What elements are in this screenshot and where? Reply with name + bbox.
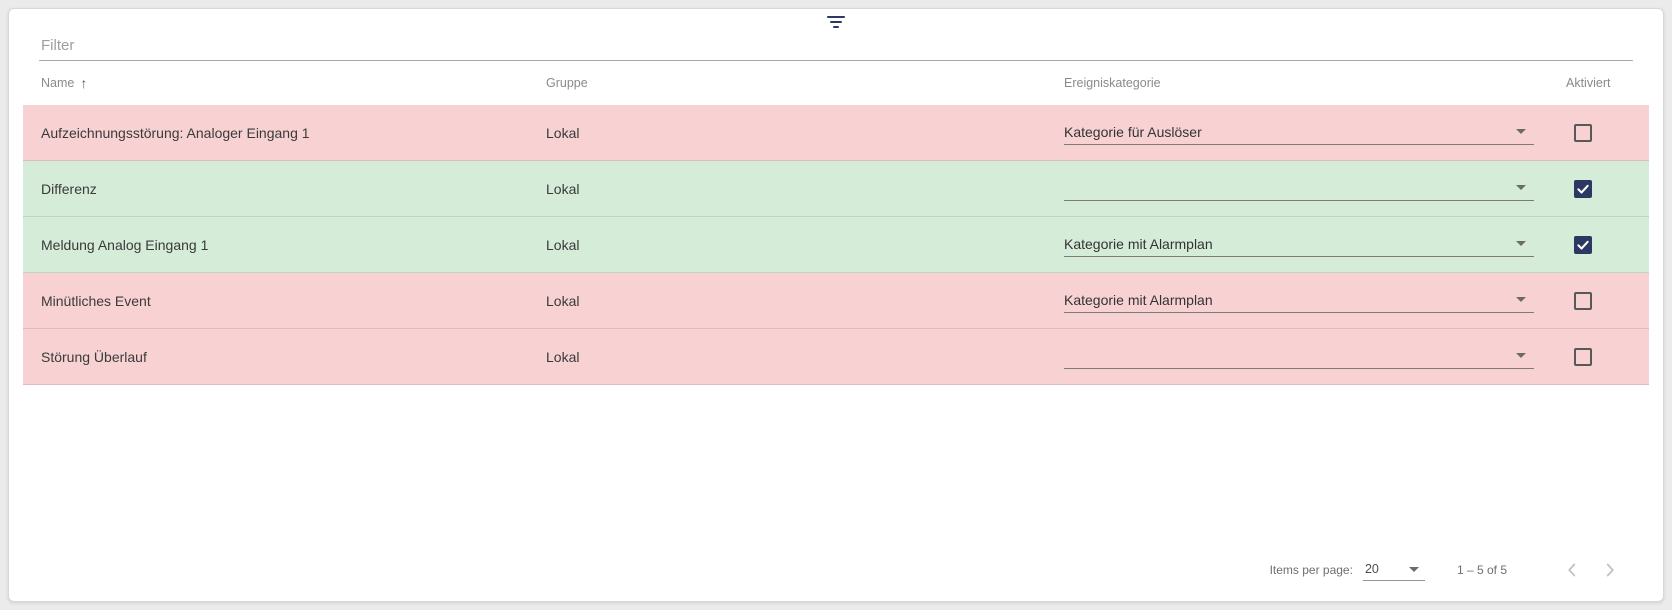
select-value: Kategorie für Auslöser	[1064, 121, 1534, 143]
name-cell: Aufzeichnungsstörung: Analoger Eingang 1	[41, 125, 546, 141]
chevron-down-icon	[1516, 353, 1526, 358]
aktiviert-checkbox[interactable]	[1574, 124, 1592, 142]
select-value: Kategorie mit Alarmplan	[1064, 233, 1534, 255]
ereigniskategorie-select[interactable]: Kategorie für Auslöser	[1064, 121, 1534, 145]
name-cell: Meldung Analog Eingang 1	[41, 237, 546, 253]
aktiviert-cell	[1554, 348, 1649, 366]
empty-space	[9, 385, 1663, 539]
table-row: Minütliches Event Lokal Kategorie mit Al…	[23, 273, 1649, 329]
table-row: Aufzeichnungsstörung: Analoger Eingang 1…	[23, 105, 1649, 161]
column-label: Aktiviert	[1566, 76, 1610, 90]
table-row: Meldung Analog Eingang 1 Lokal Kategorie…	[23, 217, 1649, 273]
kategorie-cell: Kategorie mit Alarmplan	[1064, 233, 1554, 257]
aktiviert-checkbox[interactable]	[1574, 236, 1592, 254]
gruppe-cell: Lokal	[546, 237, 1064, 253]
table-body: Aufzeichnungsstörung: Analoger Eingang 1…	[23, 105, 1649, 385]
chevron-left-icon	[1561, 559, 1583, 581]
kategorie-cell	[1064, 177, 1554, 201]
items-per-page-label: Items per page:	[1270, 563, 1353, 577]
filter-field	[39, 35, 1633, 61]
filter-list-icon[interactable]	[826, 15, 846, 29]
gruppe-cell: Lokal	[546, 181, 1064, 197]
aktiviert-checkbox[interactable]	[1574, 292, 1592, 310]
column-label: Name	[41, 76, 74, 90]
check-icon	[1576, 238, 1590, 252]
column-label: Gruppe	[546, 76, 588, 90]
chevron-down-icon	[1516, 185, 1526, 190]
column-header-ereigniskategorie[interactable]: Ereigniskategorie	[1064, 76, 1554, 90]
table-row: Differenz Lokal	[23, 161, 1649, 217]
previous-page-button[interactable]	[1553, 551, 1591, 589]
table-header: Name ↑ Gruppe Ereigniskategorie Aktivier…	[23, 61, 1649, 105]
column-header-name[interactable]: Name ↑	[41, 75, 546, 91]
chevron-down-icon	[1409, 567, 1419, 572]
aktiviert-cell	[1554, 124, 1649, 142]
name-cell: Differenz	[41, 181, 546, 197]
gruppe-cell: Lokal	[546, 293, 1064, 309]
chevron-down-icon	[1516, 129, 1526, 134]
table-row: Störung Überlauf Lokal	[23, 329, 1649, 385]
ereigniskategorie-select[interactable]	[1064, 177, 1534, 201]
table-card: Name ↑ Gruppe Ereigniskategorie Aktivier…	[8, 8, 1664, 602]
check-icon	[1576, 182, 1590, 196]
gruppe-cell: Lokal	[546, 125, 1064, 141]
ereigniskategorie-select[interactable]: Kategorie mit Alarmplan	[1064, 233, 1534, 257]
name-cell: Minütliches Event	[41, 293, 546, 309]
aktiviert-cell	[1554, 236, 1649, 254]
aktiviert-checkbox[interactable]	[1574, 180, 1592, 198]
column-header-aktiviert[interactable]: Aktiviert	[1554, 76, 1649, 90]
next-page-button[interactable]	[1591, 551, 1629, 589]
ereigniskategorie-select[interactable]	[1064, 345, 1534, 369]
page-size-select[interactable]: 20	[1363, 559, 1425, 581]
toolbar	[9, 9, 1663, 31]
select-value: Kategorie mit Alarmplan	[1064, 289, 1534, 311]
range-label: 1 – 5 of 5	[1457, 563, 1507, 577]
aktiviert-cell	[1554, 180, 1649, 198]
sort-asc-icon: ↑	[80, 75, 87, 91]
page-size-value: 20	[1363, 562, 1379, 576]
aktiviert-cell	[1554, 292, 1649, 310]
kategorie-cell: Kategorie für Auslöser	[1064, 121, 1554, 145]
chevron-down-icon	[1516, 297, 1526, 302]
name-cell: Störung Überlauf	[41, 349, 546, 365]
paginator: Items per page: 20 1 – 5 of 5	[9, 539, 1663, 601]
kategorie-cell: Kategorie mit Alarmplan	[1064, 289, 1554, 313]
chevron-right-icon	[1599, 559, 1621, 581]
column-label: Ereigniskategorie	[1064, 76, 1161, 90]
ereigniskategorie-select[interactable]: Kategorie mit Alarmplan	[1064, 289, 1534, 313]
aktiviert-checkbox[interactable]	[1574, 348, 1592, 366]
gruppe-cell: Lokal	[546, 349, 1064, 365]
column-header-gruppe[interactable]: Gruppe	[546, 76, 1064, 90]
chevron-down-icon	[1516, 241, 1526, 246]
filter-input[interactable]	[39, 35, 1633, 61]
kategorie-cell	[1064, 345, 1554, 369]
